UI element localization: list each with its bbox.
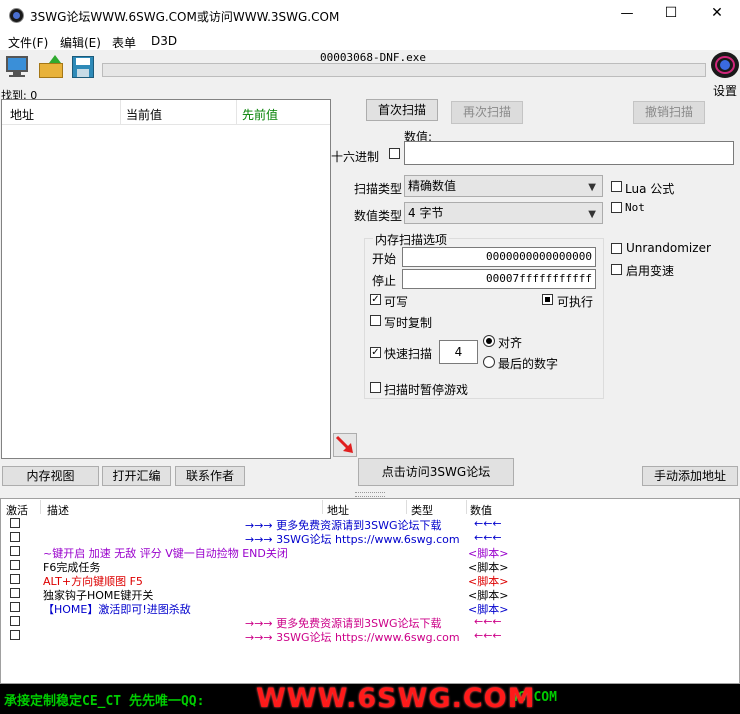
speedhack-checkbox[interactable] xyxy=(611,264,622,275)
visit-forum-button[interactable]: 点击访问3SWG论坛 xyxy=(358,458,514,486)
align-radio[interactable] xyxy=(483,335,495,347)
value-input[interactable] xyxy=(404,141,734,165)
scan-progress-bar xyxy=(102,63,706,77)
cheat-active-checkbox[interactable] xyxy=(10,630,20,640)
minimize-button[interactable]: — xyxy=(612,6,642,21)
cheat-row[interactable]: ALT+方向键顺图 F5 <脚本> xyxy=(0,573,740,588)
not-label: Not xyxy=(625,201,645,214)
memory-options-title: 内存扫描选项 xyxy=(373,231,450,248)
contact-author-button[interactable]: 联系作者 xyxy=(175,466,245,486)
cheat-active-checkbox[interactable] xyxy=(10,546,20,556)
cheat-description: →→→ 3SWG论坛 https://www.6swg.com xyxy=(245,631,460,644)
executable-checkbox[interactable] xyxy=(542,294,553,305)
cheat-value: ←←← xyxy=(474,531,502,544)
settings-link[interactable]: 设置 xyxy=(713,82,737,99)
cheat-col-active[interactable]: 激活 xyxy=(6,502,28,518)
cheat-active-checkbox[interactable] xyxy=(10,602,20,612)
menu-table[interactable]: 表单 xyxy=(112,34,136,51)
menu-file[interactable]: 文件(F) xyxy=(8,34,48,51)
col-address[interactable]: 地址 xyxy=(10,106,34,123)
cheat-row[interactable]: F6完成任务 <脚本> xyxy=(0,559,740,574)
memory-view-button[interactable]: 内存视图 xyxy=(2,466,99,486)
hex-label: 十六进制 xyxy=(331,150,380,164)
fast-scan-label: 快速扫描 xyxy=(384,347,433,361)
cheat-active-checkbox[interactable] xyxy=(10,574,20,584)
scan-type-label: 扫描类型 xyxy=(354,182,403,196)
pause-game-label: 扫描时暂停游戏 xyxy=(384,383,469,397)
pause-game-checkbox[interactable] xyxy=(370,382,381,393)
chevron-down-icon: ▼ xyxy=(588,182,596,193)
cheat-col-type[interactable]: 类型 xyxy=(411,502,433,518)
unrandomizer-checkbox[interactable] xyxy=(611,243,622,254)
cheat-value: ←←← xyxy=(474,615,502,628)
cheat-active-checkbox[interactable] xyxy=(10,560,20,570)
open-compile-button[interactable]: 打开汇编 xyxy=(102,466,171,486)
cheat-col-value[interactable]: 数值 xyxy=(470,502,492,518)
maximize-button[interactable]: ☐ xyxy=(656,5,686,21)
chevron-down-icon: ▼ xyxy=(588,209,596,220)
cheat-col-address[interactable]: 地址 xyxy=(327,502,349,518)
align-label: 对齐 xyxy=(498,336,523,350)
cheat-value: ←←← xyxy=(474,629,502,642)
stop-label: 停止 xyxy=(372,274,397,288)
window-title: 3SWG论坛WWW.6SWG.COM或访问WWW.3SWG.COM xyxy=(30,10,340,24)
results-list[interactable]: 地址 当前值 先前值 xyxy=(1,99,331,459)
cheat-row[interactable]: →→→ 3SWG论坛 https://www.6swg.com ←←← xyxy=(0,629,740,644)
footer-marquee-text: 承接定制稳定CE_CT 先先唯一QQ: xyxy=(4,694,205,709)
cheat-row[interactable]: 【HOME】激活即可!进图杀敌 <脚本> xyxy=(0,601,740,616)
last-digits-label: 最后的数字 xyxy=(498,357,559,371)
lua-label: Lua 公式 xyxy=(625,182,675,196)
last-digits-radio[interactable] xyxy=(483,356,495,368)
cheat-active-checkbox[interactable] xyxy=(10,588,20,598)
next-scan-button[interactable]: 再次扫描 xyxy=(451,101,523,124)
value-type-select[interactable]: 4 字节 ▼ xyxy=(404,202,603,224)
close-button[interactable]: ✕ xyxy=(702,5,732,21)
fast-scan-checkbox[interactable]: ✓ xyxy=(370,347,381,358)
cheat-active-checkbox[interactable] xyxy=(10,532,20,542)
add-to-list-arrow-icon[interactable] xyxy=(333,433,357,457)
col-previous-value[interactable]: 先前值 xyxy=(242,106,278,123)
cheat-row[interactable]: ~键开启 加速 无敌 评分 V键一自动捡物 END关闭 <脚本> xyxy=(0,545,740,560)
not-checkbox[interactable] xyxy=(611,202,622,213)
writable-label: 可写 xyxy=(384,295,409,309)
cheat-row[interactable]: →→→ 更多免费资源请到3SWG论坛下载 ←←← xyxy=(0,615,740,630)
first-scan-button[interactable]: 首次扫描 xyxy=(366,99,438,121)
cheat-col-description[interactable]: 描述 xyxy=(47,502,69,518)
value-type-label: 数值类型 xyxy=(354,209,403,223)
cheat-row[interactable]: 独家钩子HOME键开关 <脚本> xyxy=(0,587,740,602)
add-address-button[interactable]: 手动添加地址 xyxy=(642,466,738,486)
menu-bar: 文件(F) 编辑(E) 表单 D3D xyxy=(0,31,740,50)
cheat-row[interactable]: →→→ 更多免费资源请到3SWG论坛下载 ←←← xyxy=(0,517,740,532)
footer-bar: 承接定制稳定CE_CT 先先唯一QQ: WG.COM WWW.6SWG.COM xyxy=(0,684,740,714)
ce-logo-icon[interactable] xyxy=(711,52,739,78)
app-icon xyxy=(9,8,24,23)
start-address-input[interactable]: 0000000000000000 xyxy=(402,247,596,267)
writable-checkbox[interactable]: ✓ xyxy=(370,294,381,305)
cheat-active-checkbox[interactable] xyxy=(10,616,20,626)
undo-scan-button[interactable]: 撤销扫描 xyxy=(633,101,705,124)
menu-edit[interactable]: 编辑(E) xyxy=(60,34,101,51)
unrandomizer-label: Unrandomizer xyxy=(626,241,711,255)
copy-on-write-checkbox[interactable] xyxy=(370,315,381,326)
hex-checkbox[interactable] xyxy=(389,148,400,159)
lua-checkbox[interactable] xyxy=(611,181,622,192)
fast-scan-input[interactable]: 4 xyxy=(439,340,478,364)
executable-label: 可执行 xyxy=(557,295,594,309)
col-current-value[interactable]: 当前值 xyxy=(126,106,162,123)
footer-brand-text: WWW.6SWG.COM xyxy=(256,684,536,714)
scan-type-select[interactable]: 精确数值 ▼ xyxy=(404,175,603,197)
cheat-active-checkbox[interactable] xyxy=(10,518,20,528)
cheat-row[interactable]: →→→ 3SWG论坛 https://www.6swg.com ←←← xyxy=(0,531,740,546)
title-bar: 3SWG论坛WWW.6SWG.COM或访问WWW.3SWG.COM — ☐ ✕ xyxy=(0,0,740,31)
stop-address-input[interactable]: 00007fffffffffff xyxy=(402,269,596,289)
copy-on-write-label: 写时复制 xyxy=(384,316,433,330)
menu-d3d[interactable]: D3D xyxy=(151,34,177,48)
start-label: 开始 xyxy=(372,252,397,266)
cheat-value: ←←← xyxy=(474,517,502,530)
splitter-handle[interactable] xyxy=(355,492,385,497)
speedhack-label: 启用变速 xyxy=(626,264,675,278)
